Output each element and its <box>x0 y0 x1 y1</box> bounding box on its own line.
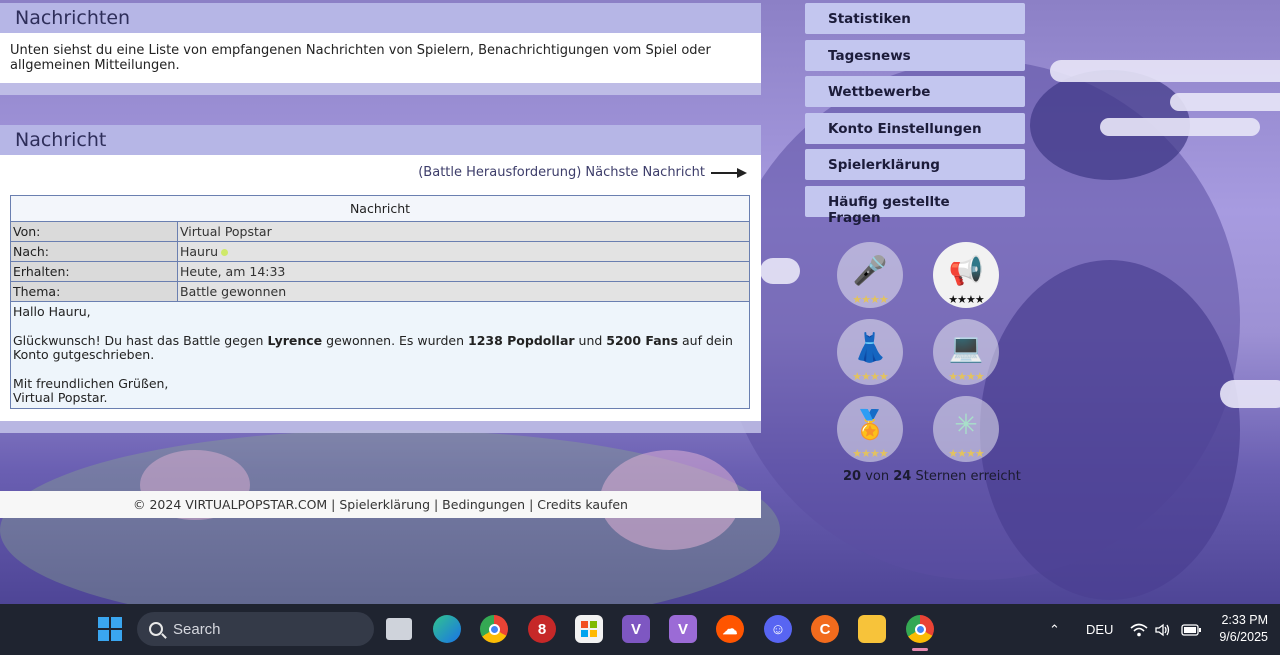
visual-studio-icon[interactable]: V <box>622 615 650 643</box>
badge-megaphone[interactable]: 📢 ★★★★ <box>933 242 999 308</box>
badge-stars: ★★★★ <box>948 371 984 383</box>
soundcloud-icon[interactable]: ☁ <box>716 615 744 643</box>
footer-link-credits-kaufen[interactable]: Credits kaufen <box>537 497 628 512</box>
panel-spacer <box>0 83 761 95</box>
task-view-icon[interactable] <box>386 618 412 640</box>
nachrichten-panel: Unten siehst du eine Liste von empfangen… <box>0 33 761 83</box>
table-row: Von: Virtual Popstar <box>10 221 750 242</box>
nachricht-title: Nachricht <box>15 129 107 151</box>
clock-date: 9/6/2025 <box>1219 630 1268 644</box>
message-greeting: Hallo Hauru, <box>13 304 91 319</box>
to-value[interactable]: Hauru <box>180 244 218 259</box>
compass-icon: ✳ <box>954 408 978 440</box>
menu-item-tagesnews[interactable]: Tagesnews <box>805 39 1025 71</box>
received-label: Erhalten: <box>10 261 178 282</box>
badge-stars: ★★★★ <box>852 448 888 460</box>
badge-medal[interactable]: 🏅 ★★★★ <box>837 396 903 462</box>
crunchyroll-icon[interactable]: C <box>811 615 839 643</box>
table-row: Erhalten: Heute, am 14:33 <box>10 261 750 282</box>
nachrichten-title: Nachrichten <box>15 7 131 29</box>
stars-total: 20 von 24 Sternen erreicht <box>843 469 1021 484</box>
search-placeholder: Search <box>173 620 221 638</box>
language-indicator[interactable]: DEU <box>1086 604 1113 655</box>
chevron-up-icon[interactable]: ⌃ <box>1049 604 1060 655</box>
taskbar: Search 8 V V ☁ ☺ C ⌃ DEU 2:33 PM 9/6/202… <box>0 604 1280 655</box>
to-cell: Hauru <box>177 241 750 262</box>
clock-time: 2:33 PM <box>1221 613 1268 627</box>
badge-stars: ★★★★ <box>852 294 888 306</box>
microphone-icon: 🎤 <box>852 254 888 286</box>
search-icon <box>149 622 163 636</box>
dress-icon: 👗 <box>852 331 888 363</box>
message-table-header: Nachricht <box>10 195 750 222</box>
badge-microphone[interactable]: 🎤 ★★★★ <box>837 242 903 308</box>
badge-laptop[interactable]: 💻 ★★★★ <box>933 319 999 385</box>
received-value: Heute, am 14:33 <box>177 261 750 282</box>
message-table: Nachricht Von: Virtual Popstar Nach: Hau… <box>10 195 750 409</box>
to-label: Nach: <box>10 241 178 262</box>
menu-item-spielerklaerung[interactable]: Spielerklärung <box>805 149 1025 181</box>
badge-stars: ★★★★ <box>948 448 984 460</box>
footer-link-spielerklaerung[interactable]: Spielerklärung <box>339 497 430 512</box>
arrow-right-icon[interactable] <box>711 167 747 179</box>
visual-studio-preview-icon[interactable]: V <box>669 615 697 643</box>
megaphone-icon: 📢 <box>948 254 984 286</box>
table-row: Thema: Battle gewonnen <box>10 281 750 302</box>
side-menu: Statistiken Tagesnews Wettbewerbe Konto … <box>805 3 1025 226</box>
app-icon-red[interactable]: 8 <box>528 615 556 643</box>
badge-compass[interactable]: ✳ ★★★★ <box>933 396 999 462</box>
menu-item-statistiken[interactable]: Statistiken <box>805 3 1025 34</box>
message-text: Glückwunsch! Du hast das Battle gegen Ly… <box>13 332 733 362</box>
medal-icon: 🏅 <box>852 408 888 440</box>
footer-link-bedingungen[interactable]: Bedingungen <box>442 497 525 512</box>
chrome-profile-icon[interactable] <box>906 615 934 643</box>
message-closing: Mit freundlichen Grüßen, Virtual Popstar. <box>13 375 169 405</box>
copyright-text: © 2024 VIRTUALPOPSTAR.COM <box>133 497 328 512</box>
taskbar-search[interactable]: Search <box>137 612 374 646</box>
message-body: Hallo Hauru, Glückwunsch! Du hast das Ba… <box>10 301 750 409</box>
menu-item-faq[interactable]: Häufig gestellte Fragen <box>805 185 1025 226</box>
discord-icon[interactable]: ☺ <box>764 615 792 643</box>
edge-icon[interactable] <box>433 615 461 643</box>
chrome-icon[interactable] <box>480 615 508 643</box>
nachricht-header: Nachricht <box>0 125 761 155</box>
battery-icon[interactable] <box>1181 604 1201 655</box>
next-message-label[interactable]: (Battle Herausforderung) Nächste Nachric… <box>418 165 705 180</box>
windows-start-icon[interactable] <box>96 615 124 643</box>
from-label: Von: <box>10 221 178 242</box>
from-value[interactable]: Virtual Popstar <box>177 221 750 242</box>
badge-stars: ★★★★ <box>852 371 888 383</box>
nachrichten-intro: Unten siehst du eine Liste von empfangen… <box>10 43 711 73</box>
subject-label: Thema: <box>10 281 178 302</box>
nachrichten-header: Nachrichten <box>0 3 761 33</box>
store-icon[interactable] <box>575 615 603 643</box>
fans-amount: 5200 Fans <box>606 332 679 348</box>
site-footer: © 2024 VIRTUALPOPSTAR.COM | Spielerkläru… <box>0 491 761 518</box>
badge-stars: ★★★★ <box>948 294 984 306</box>
badge-dress[interactable]: 👗 ★★★★ <box>837 319 903 385</box>
volume-icon[interactable] <box>1155 604 1171 655</box>
file-explorer-icon[interactable] <box>858 615 886 643</box>
menu-item-konto-einstellungen[interactable]: Konto Einstellungen <box>805 112 1025 144</box>
taskbar-clock[interactable]: 2:33 PM 9/6/2025 <box>1219 612 1268 646</box>
popdollar-amount: 1238 Popdollar <box>468 332 575 348</box>
next-message-link[interactable]: (Battle Herausforderung) Nächste Nachric… <box>418 165 747 180</box>
table-row: Nach: Hauru <box>10 241 750 262</box>
nachricht-panel: (Battle Herausforderung) Nächste Nachric… <box>0 155 761 421</box>
panel-spacer <box>0 421 761 433</box>
active-app-indicator <box>912 648 928 651</box>
online-status-icon <box>221 249 229 256</box>
menu-item-wettbewerbe[interactable]: Wettbewerbe <box>805 76 1025 108</box>
subject-value: Battle gewonnen <box>177 281 750 302</box>
opponent-name: Lyrence <box>267 332 323 348</box>
wifi-icon[interactable] <box>1130 604 1148 655</box>
laptop-icon: 💻 <box>948 331 984 363</box>
